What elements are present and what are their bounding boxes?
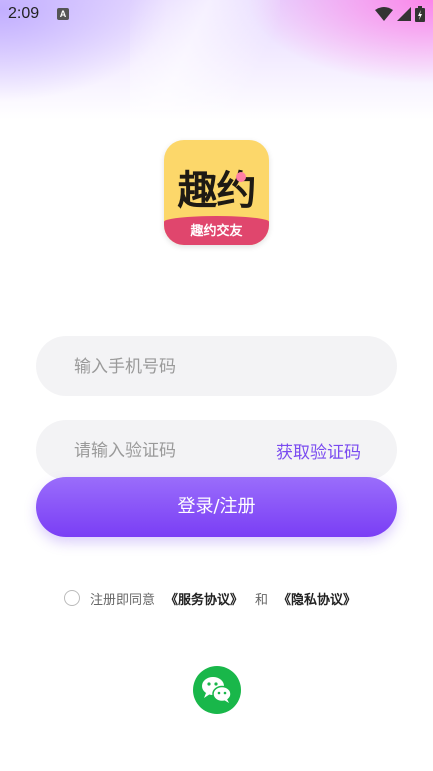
wechat-login-button[interactable] — [193, 666, 241, 714]
heart-icon — [236, 172, 246, 182]
notification-a-icon: A — [57, 8, 69, 20]
status-bar: 2:09 A — [0, 0, 433, 28]
agreement-prefix: 注册即同意 — [90, 592, 156, 608]
logo-subtitle: 趣约交友 — [190, 224, 243, 239]
get-code-button[interactable]: 获取验证码 — [276, 438, 361, 463]
phone-field[interactable] — [36, 336, 397, 398]
status-icons — [375, 6, 425, 22]
battery-icon — [415, 6, 425, 22]
agreement-and: 和 — [255, 592, 269, 608]
signal-icon — [397, 7, 411, 21]
wifi-icon — [375, 7, 393, 21]
agreement-row: 注册即同意 《服务协议》 和 《隐私协议》 — [64, 587, 360, 609]
status-time: 2:09 — [8, 5, 40, 22]
login-register-button[interactable]: 登录/注册 — [36, 477, 397, 537]
verification-code-input[interactable] — [72, 420, 296, 482]
privacy-agreement-link[interactable]: 《隐私协议》 — [278, 589, 356, 608]
logo-title: 趣约 — [177, 168, 257, 214]
code-field[interactable]: 获取验证码 — [36, 420, 397, 482]
app-logo: 趣约 趣约交友 — [164, 140, 269, 245]
service-agreement-link[interactable]: 《服务协议》 — [165, 589, 243, 608]
radio-icon[interactable] — [64, 590, 80, 606]
phone-input[interactable] — [72, 336, 296, 398]
wechat-icon — [202, 677, 232, 703]
